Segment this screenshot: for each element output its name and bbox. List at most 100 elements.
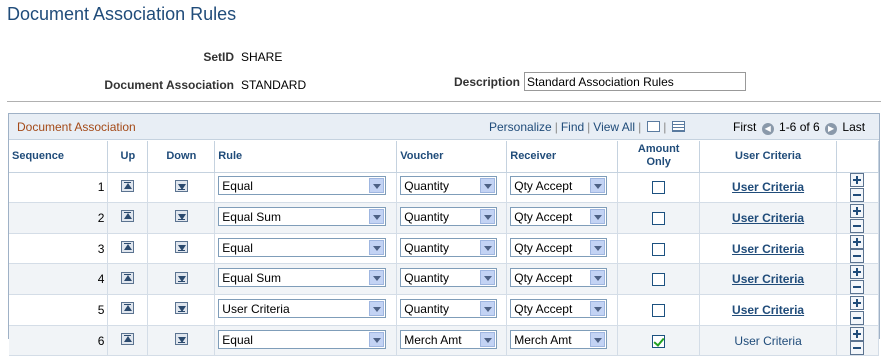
chevron-down-icon (590, 270, 606, 286)
view-all-link[interactable]: View All (593, 120, 635, 134)
voucher-select[interactable]: Quantity (400, 268, 498, 288)
chevron-down-icon (369, 270, 385, 286)
col-down: Down (147, 141, 216, 173)
setid-value: SHARE (241, 50, 283, 64)
chevron-down-icon (590, 300, 606, 316)
description-label: Description (453, 75, 520, 89)
user-criteria-link[interactable]: User Criteria (732, 180, 804, 194)
chevron-down-icon (369, 178, 385, 194)
chevron-down-icon (480, 300, 496, 316)
voucher-select[interactable]: Merch Amt (400, 329, 498, 349)
chevron-down-icon (590, 331, 606, 347)
personalize-link[interactable]: Personalize (489, 120, 552, 134)
description-input[interactable] (524, 72, 746, 91)
pager: First ◀ 1-6 of 6 ▶ Last (733, 120, 865, 135)
table-row: 3 Equal Quantity Qty Accept User Criteri… (9, 233, 880, 265)
find-link[interactable]: Find (561, 120, 584, 134)
col-amount-only: Amount Only (617, 141, 701, 173)
add-row-icon[interactable] (850, 326, 865, 341)
move-up-icon[interactable] (121, 179, 135, 192)
new-window-icon[interactable] (647, 121, 661, 132)
voucher-select[interactable]: Quantity (400, 298, 498, 318)
user-criteria-link[interactable]: User Criteria (732, 211, 804, 225)
download-grid-icon[interactable] (672, 121, 686, 132)
col-receiver: Receiver (506, 141, 619, 173)
col-voucher: Voucher (396, 141, 508, 173)
col-user-criteria: User Criteria (699, 141, 837, 173)
previous-icon[interactable]: ◀ (761, 123, 774, 135)
user-criteria-link[interactable]: User Criteria (732, 303, 804, 317)
chevron-down-icon (590, 208, 606, 224)
move-up-icon[interactable] (121, 241, 135, 254)
move-down-icon[interactable] (174, 271, 188, 284)
document-association-label: Document Association (104, 78, 234, 92)
table-row: 6 Equal Merch Amt Merch Amt User Criteri… (9, 325, 880, 356)
first-label[interactable]: First (733, 120, 756, 134)
add-row-icon[interactable] (850, 265, 865, 280)
move-up-icon[interactable] (121, 333, 135, 346)
page-title: Document Association Rules (7, 4, 237, 24)
rule-select[interactable]: Equal (218, 237, 387, 257)
range-label: 1-6 of 6 (779, 120, 820, 134)
grid-header-bar: Document Association Personalize | Find | Vi… (9, 114, 879, 140)
amount-only-checkbox-checked[interactable] (652, 334, 666, 348)
add-row-icon[interactable] (850, 203, 865, 218)
voucher-select[interactable]: Quantity (400, 237, 498, 257)
delete-row-icon[interactable] (850, 218, 865, 233)
user-criteria-link[interactable]: User Criteria (732, 242, 804, 256)
user-criteria-link[interactable]: User Criteria (734, 334, 801, 348)
amount-only-checkbox[interactable] (652, 212, 666, 226)
move-up-icon[interactable] (121, 271, 135, 284)
delete-row-icon[interactable] (850, 280, 865, 295)
receiver-select[interactable]: Qty Accept (510, 176, 608, 196)
sequence-cell: 5 (9, 294, 109, 326)
delete-row-icon[interactable] (850, 249, 865, 264)
delete-row-icon[interactable] (850, 310, 865, 325)
next-icon[interactable]: ▶ (825, 123, 838, 135)
receiver-select[interactable]: Qty Accept (510, 237, 608, 257)
receiver-select[interactable]: Qty Accept (510, 206, 608, 226)
table-row: 2 Equal Sum Quantity Qty Accept User Cri… (9, 202, 880, 234)
receiver-select[interactable]: Qty Accept (510, 298, 608, 318)
table-row: 1 Equal Quantity Qty Accept User Criteri… (9, 172, 880, 204)
delete-row-icon[interactable] (850, 188, 865, 203)
col-actions (836, 141, 880, 173)
chevron-down-icon (480, 208, 496, 224)
delete-row-icon[interactable] (850, 341, 865, 356)
col-up: Up (107, 141, 149, 173)
voucher-select[interactable]: Quantity (400, 206, 498, 226)
amount-only-checkbox[interactable] (652, 304, 666, 318)
rule-select[interactable]: Equal Sum (218, 268, 387, 288)
chevron-down-icon (369, 300, 385, 316)
move-down-icon[interactable] (174, 333, 188, 346)
amount-only-checkbox[interactable] (652, 242, 666, 256)
move-down-icon[interactable] (174, 241, 188, 254)
move-down-icon[interactable] (174, 179, 188, 192)
receiver-select[interactable]: Merch Amt (510, 329, 608, 349)
chevron-down-icon (590, 239, 606, 255)
amount-only-checkbox[interactable] (652, 273, 666, 287)
move-up-icon[interactable] (121, 210, 135, 223)
add-row-icon[interactable] (850, 295, 865, 310)
move-down-icon[interactable] (174, 210, 188, 223)
col-sequence: Sequence (9, 141, 109, 173)
rules-table: Sequence Up Down Rule Voucher Receiver A… (9, 141, 880, 356)
col-rule: Rule (214, 141, 398, 173)
move-up-icon[interactable] (121, 302, 135, 315)
chevron-down-icon (369, 331, 385, 347)
rule-select[interactable]: User Criteria (218, 298, 387, 318)
divider (7, 101, 881, 102)
last-label[interactable]: Last (842, 120, 865, 134)
user-criteria-link[interactable]: User Criteria (732, 272, 804, 286)
rule-select[interactable]: Equal (218, 329, 387, 349)
grid-title: Document Association (17, 120, 136, 134)
move-down-icon[interactable] (174, 302, 188, 315)
receiver-select[interactable]: Qty Accept (510, 268, 608, 288)
rule-select[interactable]: Equal (218, 176, 387, 196)
amount-only-checkbox[interactable] (652, 181, 666, 195)
add-row-icon[interactable] (850, 234, 865, 249)
add-row-icon[interactable] (850, 173, 865, 188)
rule-select[interactable]: Equal Sum (218, 206, 387, 226)
sequence-cell: 1 (9, 172, 109, 204)
voucher-select[interactable]: Quantity (400, 176, 498, 196)
